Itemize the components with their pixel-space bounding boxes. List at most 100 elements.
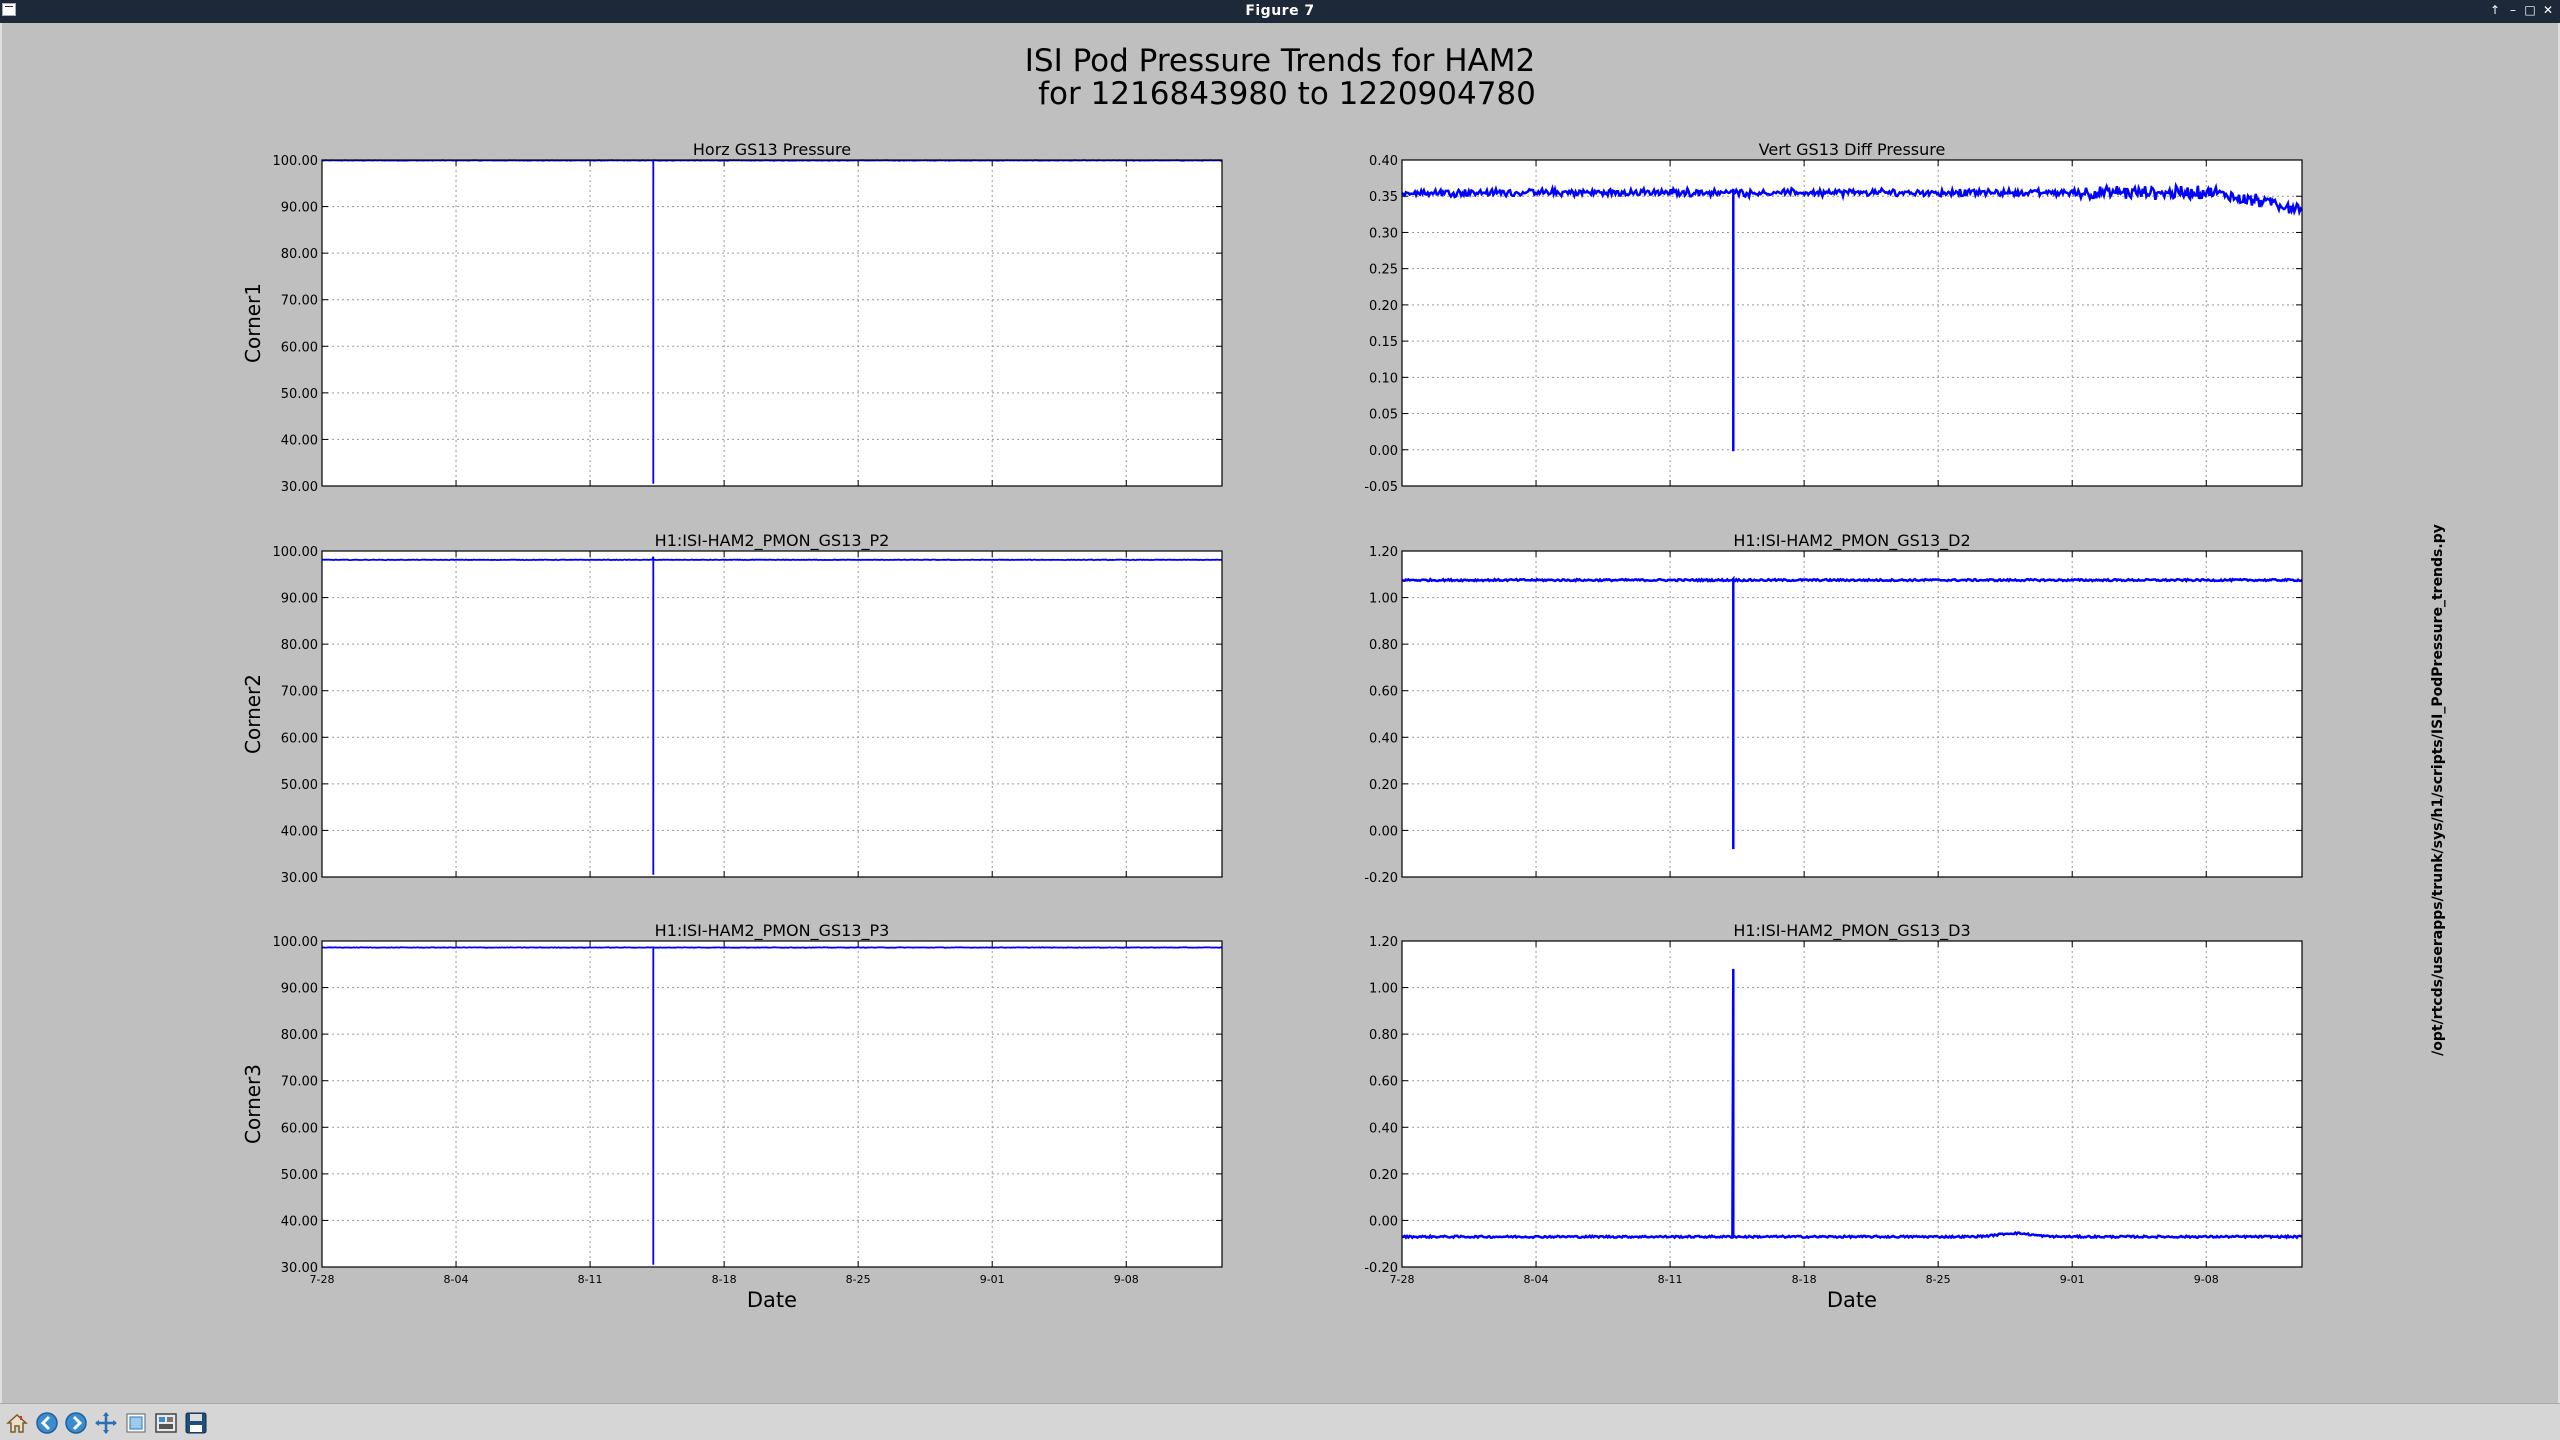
y-tick-label: 80.00 <box>281 1028 318 1043</box>
y-tick-label: 60.00 <box>281 731 318 746</box>
y-tick-label: -0.05 <box>1364 480 1398 495</box>
y-tick-label: 50.00 <box>281 387 318 402</box>
y-tick-label: 0.60 <box>1369 685 1398 700</box>
y-tick-label: 90.00 <box>281 592 318 607</box>
axes-title: H1:ISI-HAM2_PMON_GS13_P3 <box>655 921 890 941</box>
axes-title: H1:ISI-HAM2_PMON_GS13_P2 <box>655 531 890 551</box>
y-tick-label: 1.20 <box>1369 545 1398 560</box>
save-icon[interactable] <box>184 1411 208 1435</box>
plot-area <box>322 941 1222 1267</box>
y-tick-label: 30.00 <box>281 480 318 495</box>
window-title: Figure 7 <box>1245 3 1315 19</box>
y-tick-label: 50.00 <box>281 1168 318 1183</box>
x-tick-label: 8-11 <box>1658 1273 1683 1286</box>
matplotlib-toolbar <box>0 1403 2560 1440</box>
y-tick-label: 90.00 <box>281 201 318 216</box>
plot-area <box>322 551 1222 877</box>
figure-svg: ISI Pod Pressure Trends for HAM2 for 121… <box>241 43 2446 1312</box>
plot-area <box>1402 160 2302 486</box>
axes-2: -0.05 0.00 0.05 0.10 0.15 0.20 0.25 0.30 0.35 0.4… <box>1364 140 2304 495</box>
x-tick-label: 7-28 <box>310 1273 335 1286</box>
y-tick-label: 80.00 <box>281 247 318 262</box>
axes-4: -0.20 0.00 0.20 0.40 0.60 0.80 1.00 1.20 H1:ISI-… <box>1364 531 2303 886</box>
axes-6: -0.200.000.200.400.600.801.001.207-28 8-0… <box>1364 921 2303 1312</box>
x-axis-label: Date <box>747 1288 797 1312</box>
y-tick-label: 0.15 <box>1369 335 1398 350</box>
axes-5: 30.0040.0050.0060.0070.0080.0090.00100.0… <box>241 921 1223 1312</box>
x-tick-label: 8-18 <box>712 1273 737 1286</box>
y-tick-label: 0.10 <box>1369 371 1398 386</box>
axes-title: H1:ISI-HAM2_PMON_GS13_D3 <box>1733 921 1970 941</box>
y-tick-label: 0.25 <box>1369 263 1398 278</box>
x-tick-label: 8-04 <box>444 1273 469 1286</box>
y-tick-label: 0.80 <box>1369 638 1398 653</box>
y-tick-label: 60.00 <box>281 1121 318 1136</box>
x-tick-label: 8-11 <box>578 1273 603 1286</box>
x-tick-label: 7-28 <box>1390 1273 1415 1286</box>
minimize-icon[interactable]: – <box>2506 2 2520 18</box>
shade-icon[interactable]: ↑ <box>2488 2 2502 18</box>
y-tick-label: 0.00 <box>1369 444 1398 459</box>
zoom-icon[interactable] <box>124 1411 148 1435</box>
y-tick-label: 60.00 <box>281 340 318 355</box>
y-tick-label: 70.00 <box>281 685 318 700</box>
x-tick-label: 8-25 <box>846 1273 871 1286</box>
figure-suptitle-line2: for 1216843980 to 1220904780 <box>1038 76 1536 112</box>
y-tick-label: 0.30 <box>1369 226 1398 241</box>
forward-icon[interactable] <box>64 1411 88 1435</box>
axes-title: Horz GS13 Pressure <box>693 140 851 159</box>
y-tick-label: 0.00 <box>1369 824 1398 839</box>
x-tick-label: 8-04 <box>1524 1273 1549 1286</box>
x-tick-label: 9-08 <box>1114 1273 1139 1286</box>
x-tick-label: 9-01 <box>980 1273 1005 1286</box>
y-tick-label: 100.00 <box>273 545 319 560</box>
y-tick-label: 30.00 <box>281 871 318 886</box>
plot-area <box>322 160 1222 486</box>
y-axis-label: Corner2 <box>241 674 265 754</box>
y-axis-label: Corner1 <box>241 283 265 363</box>
axes-3: 30.00 40.00 50.00 60.00 70.00 80.00 90.00 100.0… <box>241 531 1223 886</box>
x-tick-label: 8-18 <box>1792 1273 1817 1286</box>
y-tick-label: 50.00 <box>281 778 318 793</box>
y-tick-label: 40.00 <box>281 433 318 448</box>
y-tick-label: 0.40 <box>1369 731 1398 746</box>
y-tick-label: 1.00 <box>1369 592 1398 607</box>
y-tick-label: 0.60 <box>1369 1075 1398 1090</box>
y-tick-label: 0.20 <box>1369 778 1398 793</box>
y-axis-label: Corner3 <box>241 1064 265 1144</box>
axes-title: H1:ISI-HAM2_PMON_GS13_D2 <box>1733 531 1970 551</box>
y-tick-label: 80.00 <box>281 638 318 653</box>
x-tick-label: 9-08 <box>2194 1273 2219 1286</box>
maximize-icon[interactable]: □ <box>2523 2 2537 18</box>
script-path-label: /opt/rtcds/userapps/trunk/sys/h1/scripts… <box>2430 524 2446 1056</box>
back-icon[interactable] <box>35 1411 59 1435</box>
axes-title: Vert GS13 Diff Pressure <box>1759 140 1946 159</box>
y-tick-label: 90.00 <box>281 982 318 997</box>
axes-1: 30.00 40.00 50.00 60.00 70.00 80.00 90.00 100.0… <box>241 140 1223 495</box>
y-tick-label: 40.00 <box>281 824 318 839</box>
y-tick-label: 1.00 <box>1369 982 1398 997</box>
y-tick-label: 0.20 <box>1369 1168 1398 1183</box>
y-tick-label: 0.20 <box>1369 299 1398 314</box>
pan-icon[interactable] <box>94 1411 118 1435</box>
y-tick-label: 100.00 <box>273 154 319 169</box>
close-icon[interactable]: ✕ <box>2541 2 2555 18</box>
axes-root: 30.00 40.00 50.00 60.00 70.00 80.00 90.00 100.0… <box>241 140 2304 1312</box>
y-tick-label: 70.00 <box>281 1075 318 1090</box>
y-tick-label: 40.00 <box>281 1214 318 1229</box>
y-tick-label: 0.40 <box>1369 1121 1398 1136</box>
y-tick-label: 1.20 <box>1369 935 1398 950</box>
plot-area <box>1402 941 2302 1267</box>
x-tick-label: 8-25 <box>1926 1273 1951 1286</box>
y-tick-label: 70.00 <box>281 294 318 309</box>
y-tick-label: 0.05 <box>1369 408 1398 423</box>
y-tick-label: -0.20 <box>1364 871 1398 886</box>
y-tick-label: 0.35 <box>1369 190 1398 205</box>
y-tick-label: 100.00 <box>273 935 319 950</box>
figure-suptitle-line1: ISI Pod Pressure Trends for HAM2 <box>1025 43 1535 79</box>
x-tick-label: 9-01 <box>2060 1273 2085 1286</box>
x-axis-label: Date <box>1827 1288 1877 1312</box>
subplots-icon[interactable] <box>154 1411 178 1435</box>
home-icon[interactable] <box>5 1411 29 1435</box>
y-tick-label: 0.00 <box>1369 1214 1398 1229</box>
